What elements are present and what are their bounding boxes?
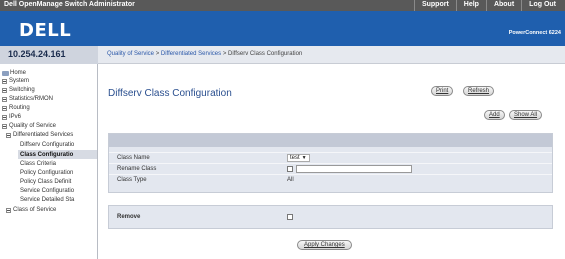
sidebar-item-routing[interactable]: Routing <box>2 105 30 111</box>
dell-logo: DELL <box>19 20 72 41</box>
chevron-down-icon: ▼ <box>301 155 307 161</box>
sidebar-item-label: Class Configuratio <box>20 151 74 158</box>
class-name-label: Class Name <box>117 155 150 161</box>
sidebar-item-label: IPv6 <box>9 114 22 120</box>
apply-changes-label: Apply Changes <box>304 242 345 248</box>
sidebar-item-system[interactable]: System <box>2 78 29 84</box>
expand-icon[interactable] <box>2 105 7 111</box>
class-name-select[interactable]: test ▼ <box>287 154 310 162</box>
sidebar-item-home[interactable]: Home <box>2 70 26 76</box>
expand-icon[interactable] <box>2 87 7 93</box>
sidebar-item-policy-config[interactable]: Policy Configuration <box>20 170 73 176</box>
sidebar-item-label: Diffserv Configuratio <box>20 142 75 148</box>
support-link[interactable]: Support <box>413 0 456 11</box>
show-all-button[interactable]: Show All <box>509 110 543 120</box>
add-button[interactable]: Add <box>484 110 505 120</box>
sidebar-item-label: Routing <box>9 105 30 111</box>
sidebar-item-label: Class of Service <box>13 207 57 213</box>
class-type-label: Class Type <box>117 177 147 183</box>
class-type-row: Class Type All <box>109 174 552 184</box>
home-icon <box>2 70 9 76</box>
add-label: Add <box>489 112 500 118</box>
model-name: PowerConnect 6224 <box>508 30 561 36</box>
show-all-label: Show All <box>514 112 538 118</box>
breadcrumb-sep: > <box>222 51 227 57</box>
rename-class-label: Rename Class <box>117 166 157 172</box>
sidebar-item-label: System <box>9 78 30 84</box>
rename-class-checkbox[interactable] <box>287 166 293 172</box>
sidebar-item-class-config[interactable]: Class Configuratio <box>18 150 97 159</box>
top-bar: Dell OpenManage Switch Administrator Sup… <box>0 0 565 11</box>
remove-row: Remove <box>109 212 552 222</box>
sidebar-item-label: Policy Class Definit <box>20 179 72 185</box>
sidebar-item-cos[interactable]: Class of Service <box>6 207 56 213</box>
page-title: Diffserv Class Configuration <box>108 88 232 99</box>
remove-checkbox[interactable] <box>287 214 293 220</box>
sidebar-item-label: Class Criteria <box>20 161 57 167</box>
ip-breadcrumb-bar: 10.254.24.161 Quality of Service > Diffe… <box>0 46 565 64</box>
sidebar-item-ipv6[interactable]: IPv6 <box>2 114 21 120</box>
class-name-value: test <box>290 155 300 161</box>
sidebar-item-policy-class-def[interactable]: Policy Class Definit <box>20 179 71 185</box>
remove-panel: Remove <box>108 205 553 229</box>
sidebar-item-label: Switching <box>9 87 35 93</box>
refresh-button[interactable]: Refresh <box>463 86 495 96</box>
refresh-label: Refresh <box>468 88 490 94</box>
sidebar-item-class-criteria[interactable]: Class Criteria <box>20 161 56 167</box>
sidebar-item-label: Home <box>10 70 27 76</box>
breadcrumb-sep: > <box>155 51 160 57</box>
sidebar-nav: Home System Switching Statistics/RMON Ro… <box>0 64 98 259</box>
expand-icon[interactable] <box>2 96 7 102</box>
remove-label: Remove <box>117 214 141 220</box>
rename-class-row: Rename Class <box>109 163 552 173</box>
about-link[interactable]: About <box>485 0 521 11</box>
panel-header <box>109 134 552 147</box>
print-label: Print <box>436 88 449 94</box>
print-button[interactable]: Print <box>431 86 454 96</box>
sidebar-item-service-stats[interactable]: Service Detailed Sta <box>20 197 74 203</box>
logout-link[interactable]: Log Out <box>521 0 563 11</box>
sidebar-item-label: Policy Configuration <box>20 170 74 176</box>
top-links: Support Help About Log Out <box>413 0 563 11</box>
rename-class-input[interactable] <box>296 165 412 173</box>
sidebar-item-label: Service Detailed Sta <box>20 197 75 203</box>
expand-icon[interactable] <box>6 207 11 213</box>
class-name-row: Class Name test ▼ <box>109 152 552 162</box>
apply-changes-button[interactable]: Apply Changes <box>297 240 352 250</box>
sidebar-item-label: Service Configuratio <box>20 188 75 194</box>
sidebar-item-label: Differentiated Services <box>13 132 74 138</box>
sidebar-item-label: Quality of Service <box>9 123 57 129</box>
app-title: Dell OpenManage Switch Administrator <box>4 1 135 8</box>
sidebar-item-service-config[interactable]: Service Configuratio <box>20 188 74 194</box>
expand-icon[interactable] <box>2 114 7 120</box>
collapse-icon[interactable] <box>6 132 11 138</box>
sidebar-item-diffserv[interactable]: Differentiated Services <box>6 132 73 138</box>
help-link[interactable]: Help <box>455 0 486 11</box>
class-config-panel: Class Name test ▼ Rename Class Class Typ… <box>108 133 553 193</box>
expand-icon[interactable] <box>2 78 7 84</box>
breadcrumb-diffserv[interactable]: Differentiated Services <box>161 51 221 57</box>
breadcrumb-qos[interactable]: Quality of Service <box>107 51 154 57</box>
class-type-value: All <box>287 177 294 183</box>
sidebar-item-statistics[interactable]: Statistics/RMON <box>2 96 53 102</box>
breadcrumb: Quality of Service > Differentiated Serv… <box>107 51 302 57</box>
sidebar-item-qos[interactable]: Quality of Service <box>2 123 56 129</box>
brand-bar: DELL PowerConnect 6224 <box>0 11 565 46</box>
switch-ip: 10.254.24.161 <box>0 46 98 64</box>
breadcrumb-current: Diffserv Class Configuration <box>228 51 303 57</box>
sidebar-item-label: Statistics/RMON <box>9 96 54 102</box>
collapse-icon[interactable] <box>2 123 7 129</box>
sidebar-item-diffserv-config[interactable]: Diffserv Configuratio <box>20 142 74 148</box>
sidebar-item-switching[interactable]: Switching <box>2 87 35 93</box>
